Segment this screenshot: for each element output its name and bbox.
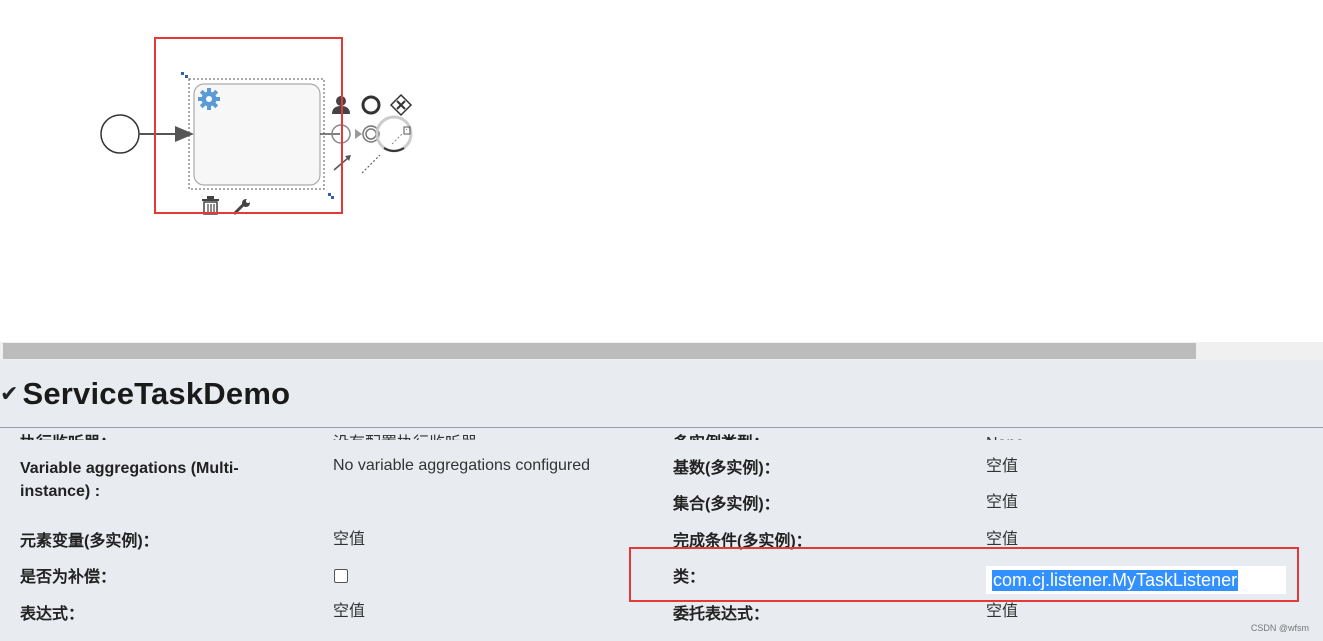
prop-label-expression[interactable]: 表达式： bbox=[20, 603, 300, 626]
diagram-canvas[interactable] bbox=[0, 0, 1323, 342]
prop-value-collection[interactable]: 空值 bbox=[986, 491, 1186, 514]
prop-label-execution-listener[interactable]: 执行监听器： bbox=[20, 432, 300, 440]
divider bbox=[0, 427, 1323, 428]
chevron-down-icon[interactable]: ✔ bbox=[0, 381, 18, 407]
prop-value-execution-listener[interactable]: 没有配置执行监听器 bbox=[333, 432, 613, 440]
annotation-icon[interactable] bbox=[361, 154, 381, 174]
prop-label-multi-instance-type[interactable]: 多实例类型： bbox=[673, 432, 953, 440]
prop-label-cardinality[interactable]: 基数(多实例)： bbox=[673, 457, 953, 480]
prop-value-element-variable[interactable]: 空值 bbox=[333, 528, 613, 551]
end-event-icon[interactable] bbox=[361, 95, 381, 115]
highlight-box-class bbox=[629, 547, 1299, 602]
prop-label-delegate-expression[interactable]: 委托表达式： bbox=[673, 603, 953, 626]
prop-label-variable-aggregations[interactable]: Variable aggregations (Multi-instance) : bbox=[20, 457, 280, 503]
highlight-box-task bbox=[154, 37, 343, 214]
prop-value-cardinality[interactable]: 空值 bbox=[986, 455, 1186, 478]
start-event-icon[interactable] bbox=[100, 114, 140, 154]
prop-value-expression[interactable]: 空值 bbox=[333, 600, 613, 623]
panel-header[interactable]: ✔ ServiceTaskDemo bbox=[0, 374, 290, 414]
scrollbar-thumb[interactable] bbox=[3, 343, 1196, 359]
prop-value-variable-aggregations[interactable]: No variable aggregations configured bbox=[333, 454, 633, 477]
prop-label-element-variable[interactable]: 元素变量(多实例)： bbox=[20, 530, 300, 553]
gateway-icon[interactable] bbox=[389, 93, 413, 117]
prop-value-multi-instance-type[interactable]: None bbox=[986, 432, 1186, 440]
compensation-checkbox[interactable] bbox=[334, 569, 348, 583]
prop-value-delegate-expression[interactable]: 空值 bbox=[986, 600, 1186, 623]
prop-label-collection[interactable]: 集合(多实例)： bbox=[673, 493, 953, 516]
watermark: CSDN @wfsm bbox=[1250, 623, 1309, 633]
prop-label-is-compensation[interactable]: 是否为补偿： bbox=[20, 566, 300, 589]
horizontal-scrollbar[interactable] bbox=[0, 342, 1323, 360]
intermediate-event-icon[interactable] bbox=[331, 115, 413, 153]
panel-title: ServiceTaskDemo bbox=[22, 376, 291, 411]
